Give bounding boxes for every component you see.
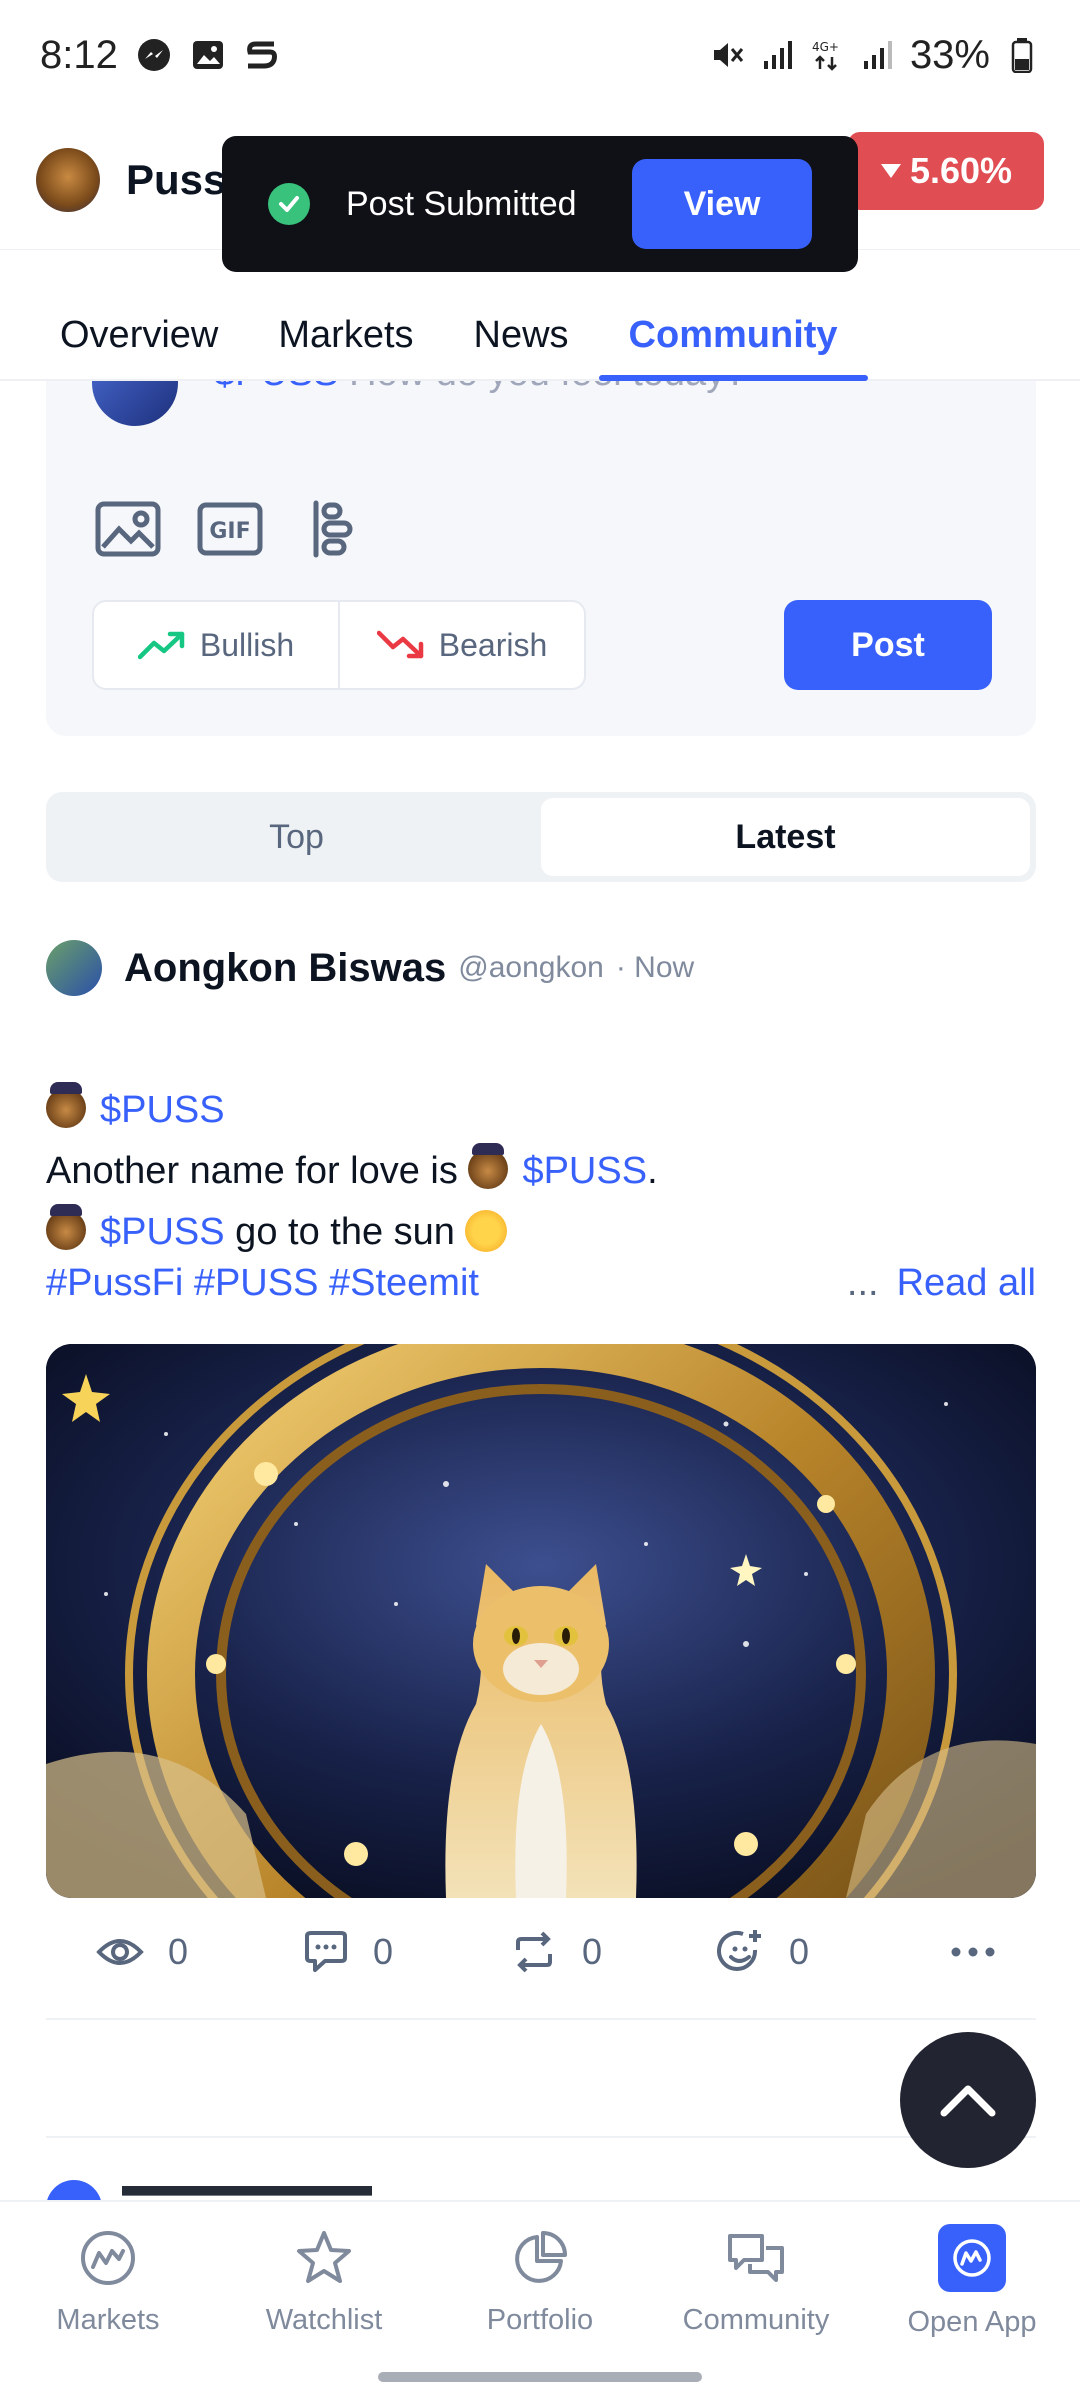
trend-up-icon — [137, 631, 185, 660]
author-name[interactable]: Aongkon Biswas — [124, 946, 446, 991]
post-button[interactable]: Post — [784, 600, 992, 690]
tab-overview[interactable]: Overview — [30, 314, 248, 379]
nav-portfolio-label: Portfolio — [486, 2303, 594, 2336]
gif-icon[interactable]: GIF — [196, 500, 264, 558]
tab-news[interactable]: News — [444, 314, 599, 379]
coin-logo — [36, 147, 100, 212]
caret-down-icon — [880, 164, 901, 178]
nav-community[interactable]: Community — [648, 2202, 864, 2360]
comment-icon — [305, 1931, 347, 1972]
bullish-button[interactable]: Bullish — [94, 602, 338, 688]
nav-markets-label: Markets — [56, 2303, 160, 2336]
signal-icon-2 — [860, 37, 896, 73]
sentiment-selector: Bullish Bearish — [92, 600, 586, 690]
react-button[interactable]: 0 — [717, 1928, 924, 1976]
svg-text:GIF: GIF — [209, 519, 250, 544]
post-text: Another name for love is — [46, 1150, 469, 1192]
cashtag-link[interactable]: $PUSS — [100, 1211, 225, 1253]
mute-icon — [710, 37, 746, 73]
add-reaction-icon — [717, 1930, 761, 1971]
post-hashtags[interactable]: #PussFi #PUSS #Steemit — [46, 1262, 479, 1305]
coin-name: Puss — [126, 155, 227, 203]
repost-icon — [516, 1931, 552, 1973]
star-icon — [292, 2226, 356, 2290]
app-logo-icon — [938, 2223, 1006, 2292]
price-change-value: 5.60% — [909, 150, 1013, 191]
coin-tabs: Overview Markets News Community — [0, 285, 1080, 381]
post-submitted-toast: Post Submitted View — [222, 136, 858, 272]
nav-watchlist[interactable]: Watchlist — [216, 2202, 432, 2360]
poll-icon[interactable] — [298, 500, 366, 558]
post-actions: 0 0 0 0 — [96, 1922, 996, 1982]
cashtag-link[interactable]: $PUSS — [100, 1089, 225, 1131]
post-image[interactable] — [46, 1344, 1036, 1898]
messenger-icon — [136, 37, 172, 73]
home-indicator[interactable] — [378, 2372, 702, 2382]
author-handle: @aongkon — [458, 951, 604, 984]
post-text: go to the sun — [224, 1211, 455, 1253]
tab-community[interactable]: Community — [598, 314, 868, 381]
bearish-label: Bearish — [438, 626, 548, 663]
status-bar: 8:12 4G+ 33% — [0, 0, 1080, 110]
puss-cat-emoji-icon — [468, 1143, 509, 1189]
cashtag-link[interactable]: $PUSS — [522, 1150, 647, 1192]
ellipsis: ... — [846, 1262, 879, 1304]
repost-button[interactable]: 0 — [510, 1930, 717, 1974]
app-s-icon — [244, 37, 280, 73]
more-options-button[interactable] — [950, 1946, 996, 1958]
bullish-label: Bullish — [199, 626, 295, 663]
view-post-button[interactable]: View — [632, 159, 812, 249]
nav-community-label: Community — [682, 2303, 830, 2336]
post-text: . — [647, 1150, 658, 1192]
views-count: 0 — [168, 1931, 189, 1972]
feed-post: Aongkon Biswas @aongkon · Now $PUSS Anot… — [46, 938, 1036, 1263]
network-4g-icon: 4G+ — [810, 37, 846, 73]
markets-icon — [76, 2226, 140, 2290]
filter-top[interactable]: Top — [52, 798, 541, 876]
check-circle-icon — [268, 183, 310, 225]
comment-button[interactable]: 0 — [303, 1930, 510, 1974]
more-dots-icon — [951, 1947, 995, 1957]
toast-message: Post Submitted — [346, 184, 577, 223]
author-avatar[interactable] — [46, 940, 102, 996]
post-time: · Now — [615, 951, 695, 984]
nav-portfolio[interactable]: Portfolio — [432, 2202, 648, 2360]
post-body: $PUSS Another name for love is $PUSS. $P… — [46, 1080, 1036, 1263]
image-upload-icon[interactable] — [94, 500, 162, 558]
eye-icon — [96, 1939, 144, 1965]
views-stat: 0 — [96, 1931, 303, 1973]
sun-emoji-icon — [464, 1210, 507, 1252]
tab-markets[interactable]: Markets — [248, 314, 443, 379]
scroll-to-top-button[interactable] — [900, 2032, 1036, 2168]
reaction-count: 0 — [789, 1931, 810, 1972]
status-time: 8:12 — [40, 32, 118, 77]
nav-open-app-label: Open App — [907, 2305, 1037, 2338]
puss-cat-emoji-icon — [46, 1204, 86, 1250]
filter-latest[interactable]: Latest — [541, 798, 1030, 876]
battery-icon — [1004, 37, 1040, 73]
signal-icon — [760, 37, 796, 73]
repost-count: 0 — [582, 1931, 603, 1972]
post-divider-2 — [46, 2136, 1036, 2138]
read-all-link[interactable]: Read all — [897, 1262, 1036, 1304]
trend-down-icon — [376, 630, 423, 659]
bearish-button[interactable]: Bearish — [338, 602, 584, 688]
gallery-icon — [190, 37, 226, 73]
bottom-navigation: Markets Watchlist Portfolio Community Op… — [0, 2200, 1080, 2360]
nav-markets[interactable]: Markets — [0, 2202, 216, 2360]
battery-percent: 33% — [909, 32, 990, 77]
nav-watchlist-label: Watchlist — [265, 2303, 383, 2336]
price-change-badge: 5.60% — [848, 132, 1044, 210]
nav-open-app[interactable]: Open App — [864, 2202, 1080, 2360]
post-divider — [46, 2018, 1036, 2020]
feed-filter: Top Latest — [46, 792, 1036, 882]
post-hashtags-row: #PussFi #PUSS #Steemit ... Read all — [46, 1262, 1036, 1305]
chevron-up-icon — [940, 2085, 996, 2117]
pie-chart-icon — [508, 2226, 572, 2290]
puss-cat-emoji-icon — [46, 1082, 86, 1128]
chat-bubbles-icon — [724, 2226, 788, 2290]
svg-text:4G+: 4G+ — [812, 40, 839, 54]
comment-count: 0 — [373, 1931, 394, 1972]
